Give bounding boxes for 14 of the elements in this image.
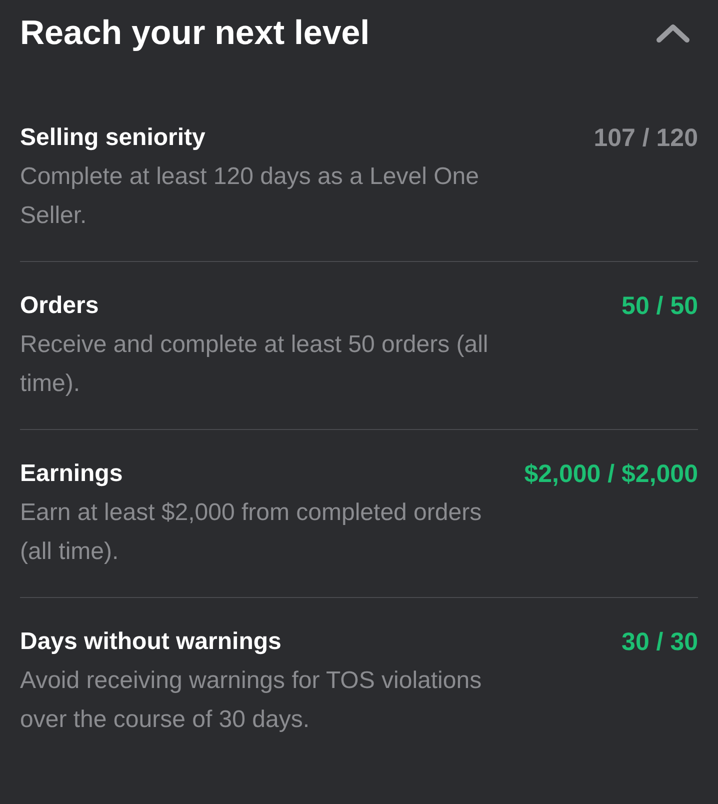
requirement-title: Orders bbox=[20, 292, 99, 320]
requirement-description: Receive and complete at least 50 orders (all time). bbox=[20, 330, 490, 399]
requirement-description: Earn at least $2,000 from completed orders (all time). bbox=[20, 498, 483, 567]
section-title: Reach your next level bbox=[20, 14, 370, 52]
requirement-description: Complete at least 120 days as a Level One Seller. bbox=[20, 162, 480, 231]
chevron-icon bbox=[656, 23, 690, 43]
progress-count: $2,000 / $2,000 bbox=[524, 460, 698, 488]
requirement-title: Selling seniority bbox=[20, 124, 206, 152]
progress-count: 30 / 30 bbox=[622, 628, 698, 656]
requirement-title: Earnings bbox=[20, 460, 123, 488]
progress-count: 50 / 50 bbox=[622, 292, 698, 320]
requirement-description: Avoid receiving warnings for TOS violations over the course of 30 days. bbox=[20, 666, 483, 735]
progress-count: 107 / 120 bbox=[594, 124, 698, 152]
requirement-title: Days without warnings bbox=[20, 628, 282, 656]
